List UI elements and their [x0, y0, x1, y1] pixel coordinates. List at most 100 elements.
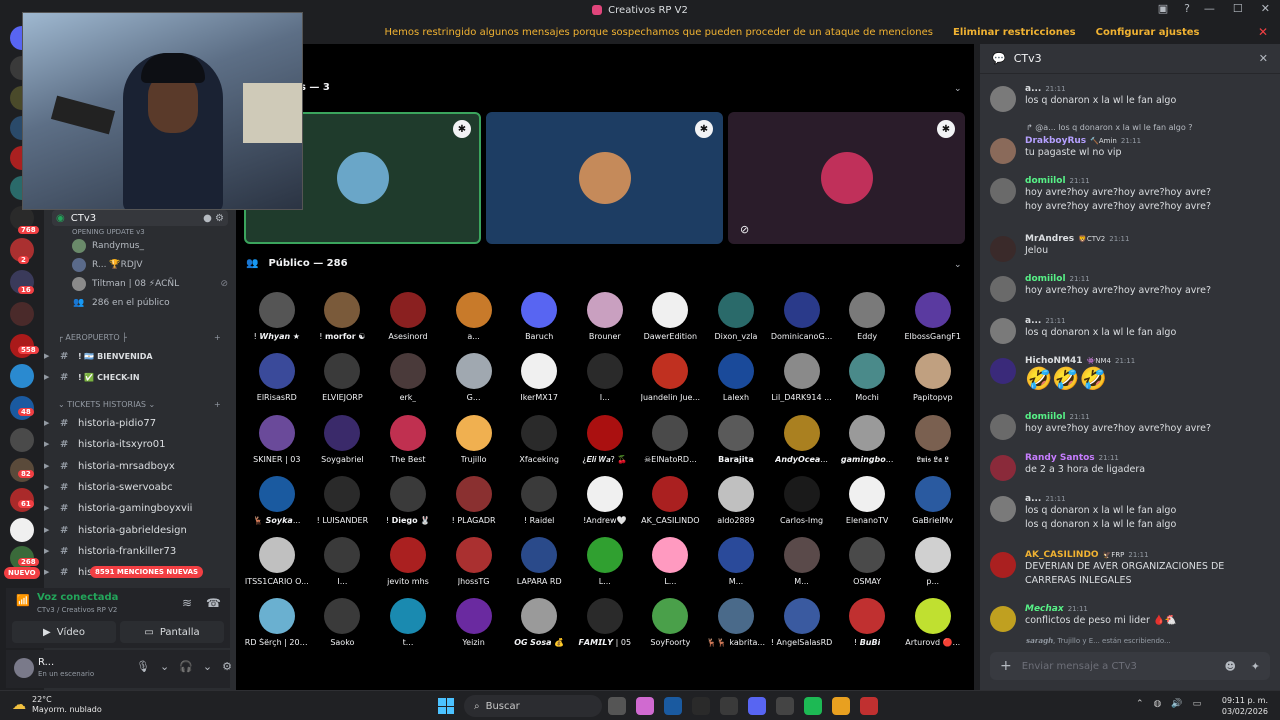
chat-message[interactable]: DrakboyRus 🔨Amin 21:11 tu pagaste wl no vip — [990, 136, 1266, 164]
audience-member[interactable]: Asesinord — [375, 292, 441, 353]
store-icon[interactable] — [664, 697, 682, 715]
message-composer[interactable]: + Enviar mensaje a CTv3 ☻ ✦ — [990, 652, 1270, 680]
avatar[interactable] — [990, 138, 1016, 164]
audience-member[interactable]: !Andrew🤍 — [572, 475, 638, 537]
noise-suppression-icon[interactable]: ≋ — [182, 596, 192, 610]
chat-message[interactable]: a... 21:11 los q donaron x la wl le fan al… — [990, 494, 1266, 532]
voice-channel-header[interactable]: ◉ CTv3 ● ⚙ — [52, 210, 228, 226]
chat-message[interactable]: MrAndres 🦁CTV2 21:11 Jelou — [990, 234, 1266, 262]
chevron-down-icon[interactable]: ⌄ — [160, 660, 169, 673]
audience-member[interactable]: Lil_D4RK914 ... — [769, 353, 835, 414]
audience-member[interactable]: L... — [572, 537, 638, 598]
audience-member[interactable]: aldo2889 — [703, 475, 769, 537]
chat-message[interactable]: domiilol 21:11 hoy avre?hoy avre?hoy avre?… — [990, 274, 1266, 302]
channel-item[interactable]: ▶ # historia-gamingboyxvii — [44, 498, 230, 518]
audience-member[interactable]: a... — [441, 292, 507, 353]
message-author[interactable]: HichoNM41 — [1025, 356, 1083, 366]
avatar[interactable] — [990, 358, 1016, 384]
audience-member[interactable]: Brouner — [572, 292, 638, 353]
audience-member[interactable]: SKINER | 03 — [244, 414, 310, 476]
add-channel-icon[interactable]: + — [214, 333, 221, 342]
avatar[interactable] — [990, 236, 1016, 262]
audience-member[interactable]: L... — [638, 537, 704, 598]
chevron-up-icon[interactable]: ⌃ — [1136, 699, 1144, 709]
audience-member[interactable]: OSMAY — [834, 537, 900, 598]
audience-member[interactable]: I... — [310, 537, 376, 598]
chat-message[interactable]: 𝙈𝙚𝙘𝙝𝙖𝙭 21:11 conflictos de peso mi lider 🩸… — [990, 604, 1266, 632]
audience-member[interactable]: Yeizin — [441, 598, 507, 659]
channel-actions-icon[interactable]: ● ⚙ — [203, 213, 224, 224]
audience-member[interactable]: Trujillo — [441, 414, 507, 476]
chat-message[interactable]: a... 21:11 los q donaron x la wl le fan al… — [990, 316, 1266, 344]
message-author[interactable]: 𝙈𝙚𝙘𝙝𝙖𝙭 — [1025, 604, 1064, 614]
audience-member[interactable]: ElenanoTV — [834, 475, 900, 537]
audience-member[interactable]: ! Raidel — [506, 475, 572, 537]
close-window-button[interactable]: ✕ — [1261, 2, 1270, 15]
inbox-icon[interactable]: ▣ — [1158, 2, 1168, 15]
channel-item[interactable]: ▶ # ! ✅ CHECK-IN — [44, 367, 230, 387]
plus-icon[interactable]: + — [1000, 658, 1012, 674]
audience-member[interactable]: Dixon_vzla — [703, 292, 769, 353]
audience-member[interactable]: DominicanoG... — [769, 292, 835, 353]
discord-icon[interactable] — [748, 697, 766, 715]
chat-message[interactable]: a... 21:11 los q donaron x la wl le fan al… — [990, 84, 1266, 112]
audience-member[interactable]: Soygabriel — [310, 414, 376, 476]
task-view-icon[interactable] — [608, 697, 626, 715]
audience-member[interactable]: ! PLAGADR — [441, 475, 507, 537]
gear-icon[interactable]: ✱ — [937, 120, 955, 138]
audience-member[interactable]: 𝘼𝙣𝙙𝙮𝙊𝙘𝙚𝙖... — [769, 414, 835, 476]
emoji-icon[interactable]: ☻ — [1225, 660, 1236, 673]
channel-item[interactable]: ▶ # historia-gabrieldesign — [44, 520, 230, 540]
chevron-down-icon[interactable]: ⌄ — [203, 660, 212, 673]
message-author[interactable]: domiilol — [1025, 274, 1066, 284]
audience-member[interactable]: ITSS1CARIO O... — [244, 537, 310, 598]
avatar[interactable] — [990, 178, 1016, 204]
message-author[interactable]: domiilol — [1025, 176, 1066, 186]
channel-item[interactable]: ▶ # historia-mrsadboyx — [44, 456, 230, 476]
chevron-down-icon[interactable]: ⌄ — [954, 84, 962, 94]
weather-widget[interactable]: ☁ 22°C Mayorm. nublado — [12, 695, 102, 715]
audience-member[interactable]: ! 𝗺𝗼𝗿𝗳𝗼𝗿 ☯ — [310, 292, 376, 353]
audience-member[interactable]: DawerEdition — [638, 292, 704, 353]
gear-icon[interactable]: ✱ — [453, 120, 471, 138]
message-author[interactable]: a... — [1025, 494, 1041, 504]
channel-item[interactable]: ▶ # historia-swervoabc — [44, 477, 230, 497]
audience-member[interactable]: erk_ — [375, 353, 441, 414]
audience-member[interactable]: 𝙁𝘼𝙈𝙄𝙇𝙔 | 05 — [572, 598, 638, 659]
audience-member[interactable]: ! 𝗗𝗶𝗲𝗴𝗼 🐰 — [375, 475, 441, 537]
close-icon[interactable]: ✕ — [1259, 52, 1268, 65]
username[interactable]: R... — [38, 657, 54, 668]
audience-member[interactable]: The Best — [375, 414, 441, 476]
message-author[interactable]: MrAndres — [1025, 234, 1074, 244]
message-author[interactable]: AK_CASILINDO — [1025, 550, 1099, 560]
audience-member[interactable]: 𝙜𝙖𝙢𝙞𝙣𝙜𝙗𝙤... — [834, 414, 900, 476]
audience-member[interactable]: t... — [375, 598, 441, 659]
audience-member[interactable]: ELVIEJORP — [310, 353, 376, 414]
chat-message[interactable]: Randy Santos 21:11 de 2 a 3 hora de ligade… — [990, 453, 1266, 481]
avatar[interactable] — [990, 552, 1016, 578]
message-author[interactable]: domiilol — [1025, 412, 1066, 422]
message-author[interactable]: DrakboyRus — [1025, 136, 1086, 146]
audience-member[interactable]: p... — [900, 537, 966, 598]
spotify-icon[interactable] — [804, 697, 822, 715]
reply-preview[interactable]: ↱ @a... los q donaron x la wl le fan alg… — [1026, 123, 1193, 132]
avatar[interactable] — [990, 318, 1016, 344]
start-button[interactable] — [438, 698, 454, 714]
audience-member[interactable]: Lalexh — [703, 353, 769, 414]
audience-member[interactable]: ElRisasRD — [244, 353, 310, 414]
audience-member[interactable]: GaBrielMv — [900, 475, 966, 537]
audience-member[interactable]: 𝗕𝗮𝗿𝗮𝗷𝗶𝘁𝗮 — [703, 414, 769, 476]
app-icon[interactable] — [776, 697, 794, 715]
speaker-tile[interactable]: ✱ — [486, 112, 723, 244]
disconnect-icon[interactable]: ☎ — [206, 596, 221, 610]
voice-connected-status[interactable]: Voz conectada — [37, 592, 118, 603]
terminal-icon[interactable] — [692, 697, 710, 715]
audience-member[interactable]: AK_CASILINDO — [638, 475, 704, 537]
audience-member[interactable]: 🦌🦌 kabrita... — [703, 598, 769, 659]
audience-member[interactable]: Arturovd 🔴... — [900, 598, 966, 659]
new-mentions-pill[interactable]: 8591 MENCIONES NUEVAS — [90, 566, 204, 578]
server-icon[interactable] — [10, 364, 34, 388]
apps-icon[interactable]: ✦ — [1251, 660, 1260, 673]
category-tickets[interactable]: ⌄ TICKETS HISTORIAS ⌄ + — [58, 400, 221, 409]
system-tray[interactable]: ⌃ ◍ 🔊 ▭ — [1136, 699, 1201, 709]
